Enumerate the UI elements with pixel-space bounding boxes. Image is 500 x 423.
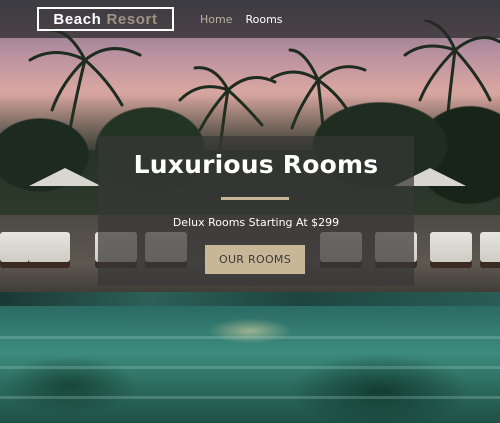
hero-card: Luxurious Rooms Delux Rooms Starting At … — [98, 136, 414, 286]
lounge-chair — [430, 232, 472, 262]
nav-link-home[interactable]: Home — [200, 13, 232, 26]
nav-links: Home Rooms — [200, 13, 283, 26]
pool-edge — [0, 292, 500, 306]
hero-title: Luxurious Rooms — [133, 150, 379, 179]
top-navbar: Beach Resort Home Rooms — [0, 0, 500, 38]
logo-word-resort: Resort — [106, 10, 158, 28]
lounge-chair — [480, 232, 500, 262]
lounge-chair — [28, 232, 70, 262]
logo-word-beach: Beach — [53, 10, 102, 28]
site-logo[interactable]: Beach Resort — [37, 7, 174, 31]
nav-link-rooms[interactable]: Rooms — [245, 13, 282, 26]
our-rooms-button[interactable]: OUR ROOMS — [205, 245, 305, 274]
hero-subtitle: Delux Rooms Starting At $299 — [172, 216, 340, 229]
title-underline — [221, 197, 289, 200]
swimming-pool — [0, 306, 500, 423]
